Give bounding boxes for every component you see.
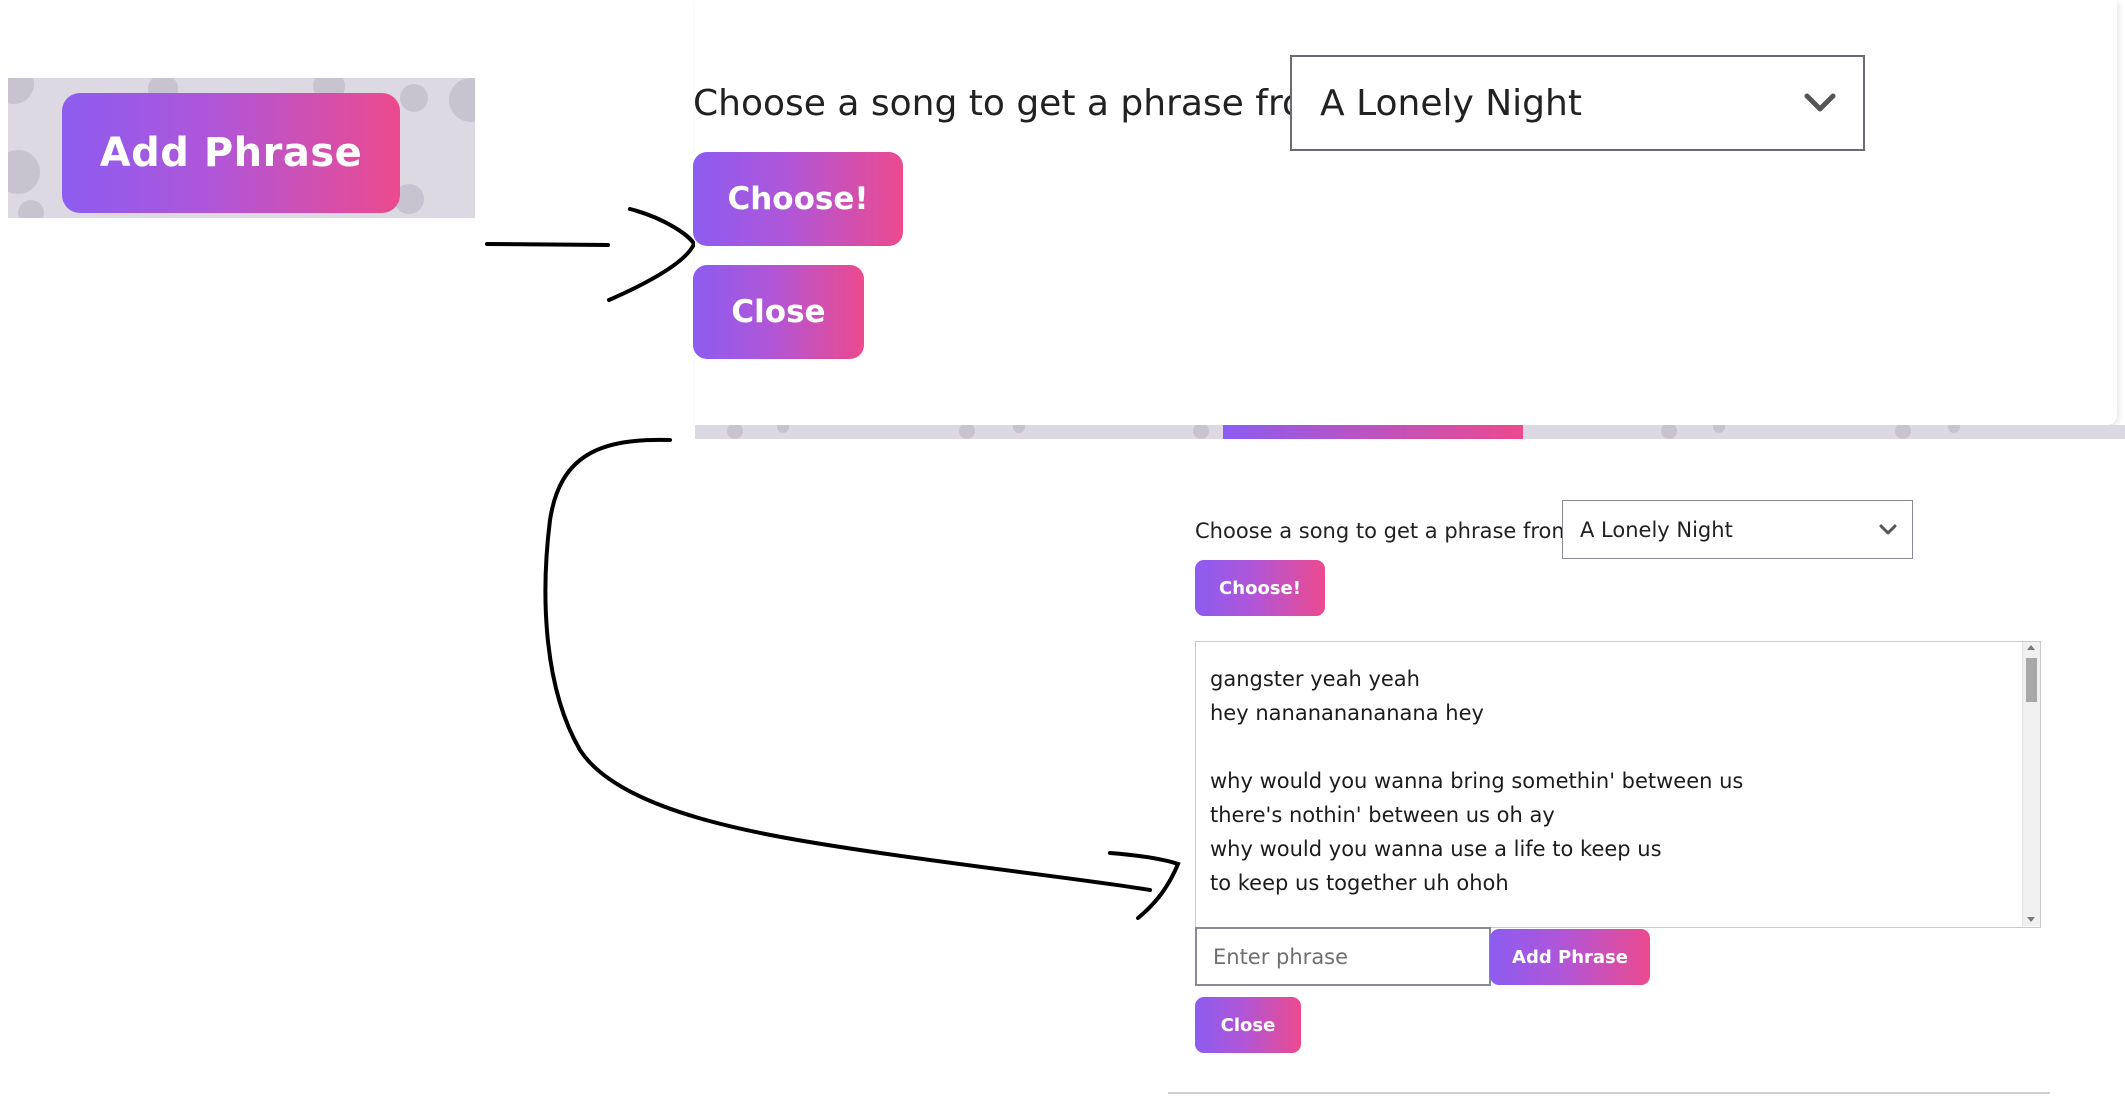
background-dot xyxy=(1948,425,1960,433)
background-dot xyxy=(959,425,975,439)
scroll-down-icon[interactable] xyxy=(2027,917,2035,922)
phrase-input[interactable] xyxy=(1195,927,1491,986)
background-dot xyxy=(1013,425,1025,433)
divider xyxy=(1168,1092,2050,1094)
lyrics-textarea[interactable]: gangster yeah yeah hey nanananananana he… xyxy=(1195,641,2041,928)
add-phrase-button[interactable]: Add Phrase xyxy=(1490,929,1650,985)
background-dot xyxy=(8,78,34,104)
scroll-up-icon[interactable] xyxy=(2027,645,2035,650)
background-dot xyxy=(1661,425,1677,439)
lyrics-text: gangster yeah yeah hey nanananananana he… xyxy=(1210,667,1744,895)
button-edge xyxy=(1223,425,1523,439)
song-select-label: Choose a song to get a phrase from: xyxy=(1195,519,1579,543)
background-dot xyxy=(1713,425,1725,433)
song-select-label: Choose a song to get a phrase from: xyxy=(693,83,1352,124)
background-dot xyxy=(18,200,44,218)
choose-button[interactable]: Choose! xyxy=(693,152,903,246)
background-dot xyxy=(449,78,475,122)
background-dot xyxy=(8,150,40,194)
close-button[interactable]: Close xyxy=(1195,997,1301,1053)
lyrics-scrollbar[interactable] xyxy=(2022,642,2040,926)
background-dot xyxy=(1895,425,1911,439)
song-select-value: A Lonely Night xyxy=(1320,83,1582,124)
choose-button[interactable]: Choose! xyxy=(1195,560,1325,616)
song-select[interactable]: A Lonely Night xyxy=(1290,55,1865,151)
add-phrase-button[interactable]: Add Phrase xyxy=(62,93,400,213)
scroll-thumb[interactable] xyxy=(2026,658,2037,702)
song-select-value: A Lonely Night xyxy=(1580,518,1733,542)
song-select[interactable]: A Lonely Night xyxy=(1562,500,1913,559)
add-phrase-thumbnail: Add Phrase xyxy=(8,78,475,218)
background-strip xyxy=(695,425,2125,439)
background-dot xyxy=(1193,425,1209,439)
chevron-down-icon xyxy=(1804,93,1836,112)
close-button[interactable]: Close xyxy=(693,265,864,359)
background-dot xyxy=(777,425,789,433)
background-dot xyxy=(400,84,428,112)
background-dot xyxy=(727,425,743,439)
chevron-down-icon xyxy=(1879,524,1897,535)
